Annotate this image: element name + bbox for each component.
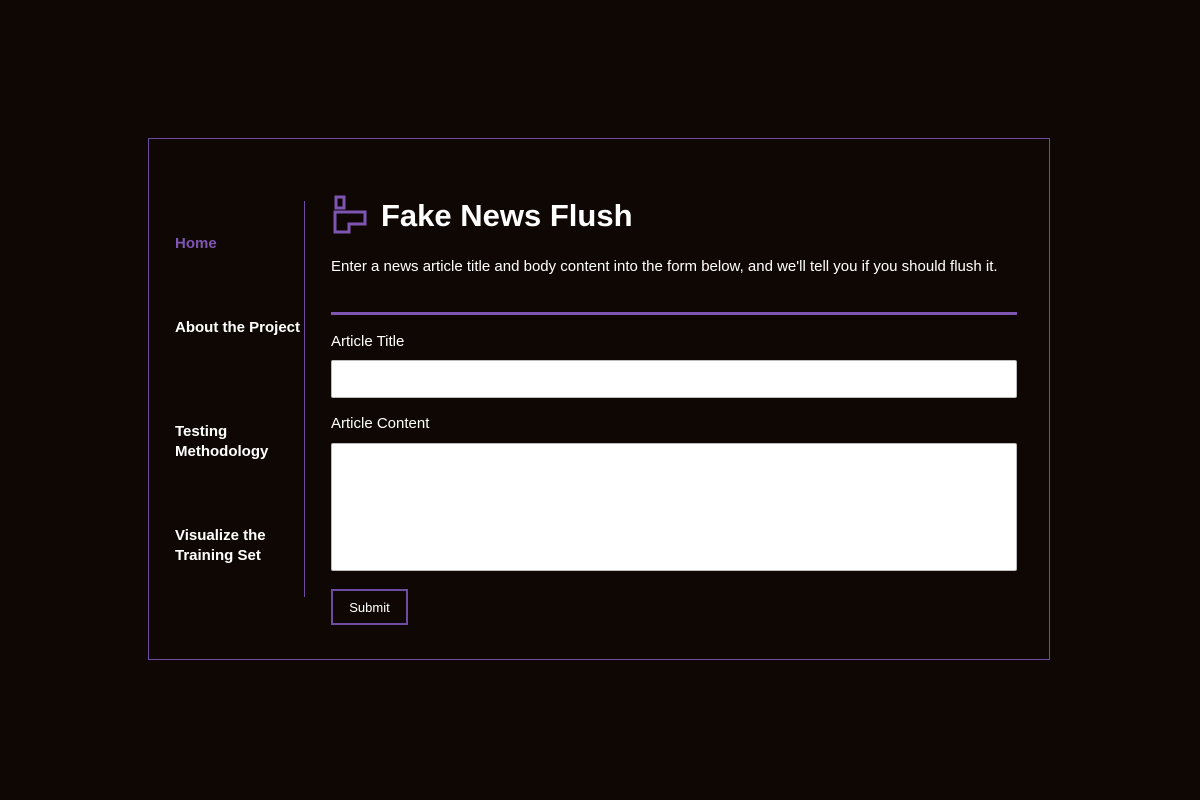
nav-item-about-the-project[interactable]: About the Project [175,318,305,338]
nav-item-home[interactable]: Home [175,234,305,254]
article-title-label: Article Title [331,333,405,350]
header-divider [331,312,1017,315]
app-frame: Home About the Project Testing Methodolo… [148,138,1050,660]
page-title: Fake News Flush [381,198,633,233]
article-title-input[interactable] [331,360,1017,398]
article-content-textarea[interactable] [331,443,1017,571]
nav-item-visualize-training-set[interactable]: Visualize the Training Set [175,526,305,566]
article-content-label: Article Content [331,415,430,432]
sidebar-divider [304,201,305,597]
submit-button[interactable]: Submit [331,589,408,625]
toilet-icon [331,194,369,236]
intro-text: Enter a news article title and body cont… [331,258,998,275]
nav-item-testing-methodology[interactable]: Testing Methodology [175,422,305,462]
